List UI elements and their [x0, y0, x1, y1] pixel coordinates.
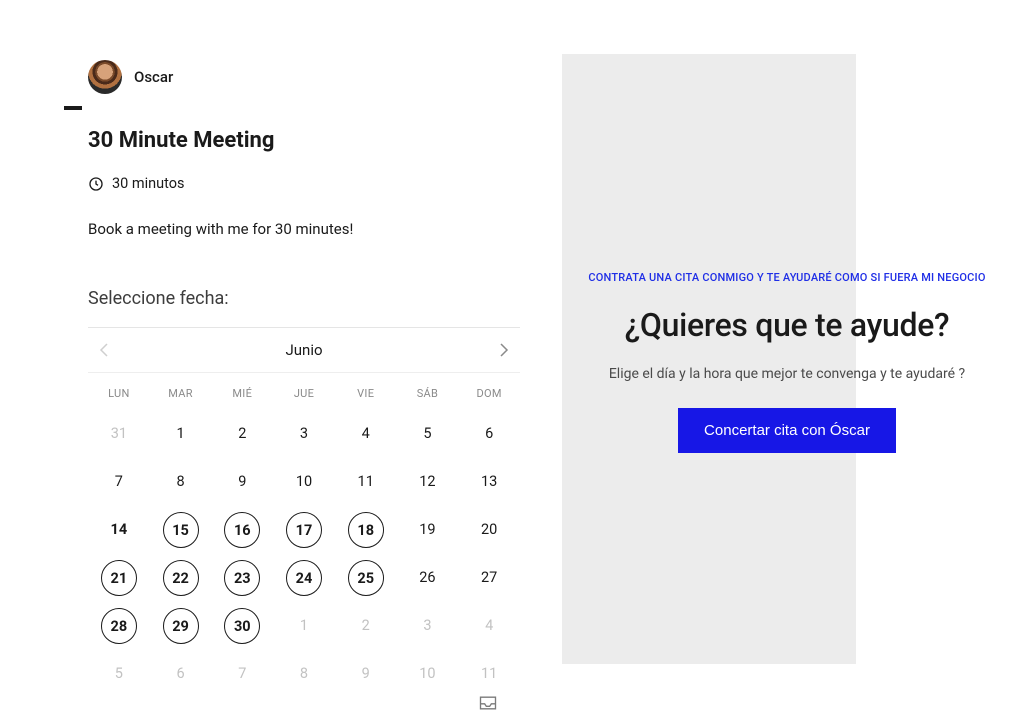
- calendar-dow: VIE: [335, 373, 397, 410]
- host-name: Oscar: [134, 68, 173, 86]
- calendar-dow: SÁB: [397, 373, 459, 410]
- calendar: Junio LUNMARMIÉJUEVIESÁBDOM 311234567891…: [88, 327, 520, 698]
- inbox-icon[interactable]: [478, 694, 498, 716]
- calendar-day-available[interactable]: 15: [150, 506, 212, 554]
- duration-label: 30 minutos: [112, 175, 185, 192]
- calendar-day-available[interactable]: 25: [335, 554, 397, 602]
- calendar-day-available[interactable]: 17: [273, 506, 335, 554]
- accent-dash: [64, 106, 82, 110]
- calendar-day: 27: [458, 554, 520, 602]
- calendar-day: 3: [397, 602, 459, 650]
- calendar-day: 20: [458, 506, 520, 554]
- calendar-day-available[interactable]: 21: [88, 554, 150, 602]
- calendar-dow: LUN: [88, 373, 150, 410]
- meeting-title: 30 Minute Meeting: [88, 128, 520, 153]
- calendar-day: 2: [335, 602, 397, 650]
- prev-month-button[interactable]: [94, 340, 114, 360]
- calendar-day: 5: [88, 650, 150, 698]
- calendar-day: 1: [273, 602, 335, 650]
- calendar-day-available[interactable]: 29: [150, 602, 212, 650]
- select-date-label: Seleccione fecha:: [88, 288, 520, 309]
- calendar-dow: JUE: [273, 373, 335, 410]
- clock-icon: [88, 176, 104, 192]
- calendar-day: 8: [273, 650, 335, 698]
- promo-eyebrow: CONTRATA UNA CITA CONMIGO Y TE AYUDARÉ C…: [565, 271, 1009, 284]
- calendar-day: 11: [458, 650, 520, 698]
- calendar-day: 10: [397, 650, 459, 698]
- calendar-month: Junio: [285, 341, 322, 359]
- cta-button[interactable]: Concertar cita con Óscar: [678, 408, 896, 453]
- calendar-day: 6: [150, 650, 212, 698]
- calendar-day: 2: [211, 410, 273, 458]
- calendar-day: 11: [335, 458, 397, 506]
- calendar-day: 19: [397, 506, 459, 554]
- calendar-dow: DOM: [458, 373, 520, 410]
- calendar-day: 13: [458, 458, 520, 506]
- calendar-day: 4: [335, 410, 397, 458]
- calendar-day: 8: [150, 458, 212, 506]
- calendar-day: 26: [397, 554, 459, 602]
- calendar-day-available[interactable]: 24: [273, 554, 335, 602]
- calendar-day: 10: [273, 458, 335, 506]
- calendar-day-available[interactable]: 23: [211, 554, 273, 602]
- calendar-day: 9: [211, 458, 273, 506]
- calendar-day: 12: [397, 458, 459, 506]
- promo-subtitle: Elige el día y la hora que mejor te conv…: [565, 366, 1009, 382]
- calendar-day-available[interactable]: 28: [88, 602, 150, 650]
- meeting-duration: 30 minutos: [88, 175, 520, 192]
- calendar-day: 6: [458, 410, 520, 458]
- calendar-day: 7: [88, 458, 150, 506]
- calendar-day: 14: [88, 506, 150, 554]
- calendar-day-available[interactable]: 16: [211, 506, 273, 554]
- calendar-day-available[interactable]: 22: [150, 554, 212, 602]
- host-row: Oscar: [88, 60, 520, 94]
- calendar-day: 9: [335, 650, 397, 698]
- host-avatar: [88, 60, 122, 94]
- calendar-day-available[interactable]: 30: [211, 602, 273, 650]
- calendar-day: 3: [273, 410, 335, 458]
- promo-title: ¿Quieres que te ayude?: [565, 306, 1009, 344]
- next-month-button[interactable]: [494, 340, 514, 360]
- calendar-dow: MAR: [150, 373, 212, 410]
- meeting-description: Book a meeting with me for 30 minutes!: [88, 220, 520, 238]
- calendar-day: 31: [88, 410, 150, 458]
- calendar-day: 5: [397, 410, 459, 458]
- calendar-day: 7: [211, 650, 273, 698]
- calendar-day: 4: [458, 602, 520, 650]
- calendar-dow: MIÉ: [211, 373, 273, 410]
- calendar-day: 1: [150, 410, 212, 458]
- calendar-day-available[interactable]: 18: [335, 506, 397, 554]
